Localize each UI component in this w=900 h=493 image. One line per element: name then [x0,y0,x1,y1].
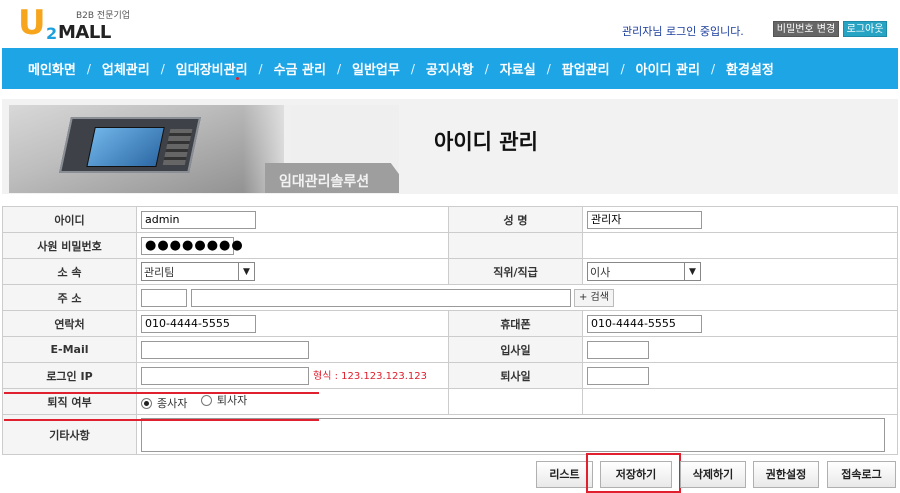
nav-item-library[interactable]: 자료실 [500,59,536,78]
permissions-button[interactable]: 권한설정 [753,461,819,488]
chevron-down-icon: ▼ [684,263,700,280]
email-label: E-Mail [2,336,137,363]
position-select-value: 이사 [590,265,611,279]
nav-separator: / [484,61,489,76]
mobile-input[interactable]: 010-4444-5555 [587,314,702,333]
name-input[interactable]: 관리자 [587,210,702,229]
user-form: 아이디 admin 성 명 관리자 사원 비밀번호 ●●●●●●●● 소 속 관… [2,206,898,455]
nav-item-popup[interactable]: 팝업관리 [562,59,610,78]
position-select[interactable]: 이사 ▼ [587,262,701,281]
delete-button[interactable]: 삭제하기 [680,461,746,488]
form-row: 아이디 admin 성 명 관리자 [2,206,898,233]
mobile-label: 휴대폰 [448,310,583,337]
dept-select[interactable]: 관리팀 ▼ [141,262,255,281]
nav-item-notices[interactable]: 공지사항 [426,59,474,78]
radio-checked-icon [141,397,152,409]
banner-tab-label: 임대관리솔루션 [279,174,370,190]
dept-select-value: 관리팀 [144,265,175,279]
login-status: 관리자님 로그인 중입니다. [622,25,744,38]
id-input[interactable]: admin [141,210,256,229]
radio-employed[interactable]: 종사자 [141,395,187,411]
login-ip-label: 로그인 IP [2,362,137,389]
nav-item-main[interactable]: 메인화면 [28,59,76,78]
nav-item-id-management[interactable]: 아이디 관리 [636,59,700,78]
form-row: E-Mail 입사일 [2,336,898,363]
nav-item-label: 임대장비관리 [175,63,248,78]
login-ip-input[interactable] [141,366,309,385]
nav-item-rental-equipment[interactable]: 임대장비관리 [175,59,248,80]
form-row: 로그인 IP 형식 : 123.123.123.123 퇴사일 [2,362,898,389]
main-nav: 메인화면 / 업체관리 / 임대장비관리 / 수금 관리 / 일반업무 / 공지… [2,48,898,89]
nav-separator: / [160,61,165,76]
address-label: 주 소 [2,284,137,311]
change-password-button[interactable]: 비밀번호 변경 [773,21,839,37]
nav-separator: / [410,61,415,76]
nav-separator: / [86,61,91,76]
logo-mall: MALL [58,22,111,43]
access-log-button[interactable]: 접속로그 [827,461,896,488]
form-row: 사원 비밀번호 ●●●●●●●● [2,232,898,259]
header: U B2B 전문기업 2 MALL 관리자님 로그인 중입니다. 비밀번호 변경… [0,0,900,46]
notes-textarea[interactable] [141,417,885,452]
form-row: 소 속 관리팀 ▼ 직위/직급 이사 ▼ [2,258,898,285]
dept-label: 소 속 [2,258,137,285]
nav-item-collections[interactable]: 수금 관리 [274,59,326,78]
annotation-underline [4,419,319,421]
radio-retired-label: 퇴사자 [216,394,248,407]
password-input[interactable]: ●●●●●●●● [141,236,243,255]
radio-unchecked-icon [200,394,212,406]
nav-separator: / [710,61,715,76]
id-label: 아이디 [2,206,137,233]
password-label: 사원 비밀번호 [2,232,137,259]
list-button[interactable]: 리스트 [536,461,593,488]
email-input[interactable] [141,340,309,359]
phone-label: 연락처 [2,310,137,337]
radio-retired[interactable]: 퇴사자 [200,392,248,408]
hire-date-label: 입사일 [448,336,583,363]
address-search-button[interactable]: + 검색 [574,288,614,307]
nav-item-general-work[interactable]: 일반업무 [352,59,400,78]
zipcode-input[interactable] [141,288,187,307]
banner-printer-image: 임대관리솔루션 [9,105,399,193]
nav-item-settings[interactable]: 환경설정 [726,59,774,78]
address-input[interactable] [190,288,571,307]
logo[interactable]: U B2B 전문기업 2 MALL [14,4,134,44]
logo-u-mark: U [18,3,46,43]
chevron-down-icon: ▼ [238,263,254,280]
leave-date-input[interactable] [587,366,649,385]
logout-button[interactable]: 로그아웃 [843,21,887,37]
nav-item-company[interactable]: 업체관리 [102,59,150,78]
nav-separator: / [546,61,551,76]
annotation-underline [4,392,319,394]
nav-separator: / [620,61,625,76]
phone-input[interactable]: 010-4444-5555 [141,314,256,333]
leave-date-label: 퇴사일 [448,362,583,389]
nav-separator: / [258,61,263,76]
hire-date-input[interactable] [587,340,649,359]
ip-format-hint: 형식 : 123.123.123.123 [313,370,428,382]
logo-tagline: B2B 전문기업 [76,11,131,21]
position-label: 직위/직급 [448,258,583,285]
save-button[interactable]: 저장하기 [600,461,672,488]
page-title: 아이디 관리 [434,130,538,154]
radio-employed-label: 종사자 [157,397,188,410]
form-row: 주 소 + 검색 [2,284,898,311]
name-label: 성 명 [448,206,583,233]
form-row: 연락처 010-4444-5555 휴대폰 010-4444-5555 [2,310,898,337]
page-banner: 임대관리솔루션 아이디 관리 [2,99,898,194]
nav-separator: / [336,61,342,76]
logo-2: 2 [46,24,58,43]
active-dot-icon [235,77,239,80]
